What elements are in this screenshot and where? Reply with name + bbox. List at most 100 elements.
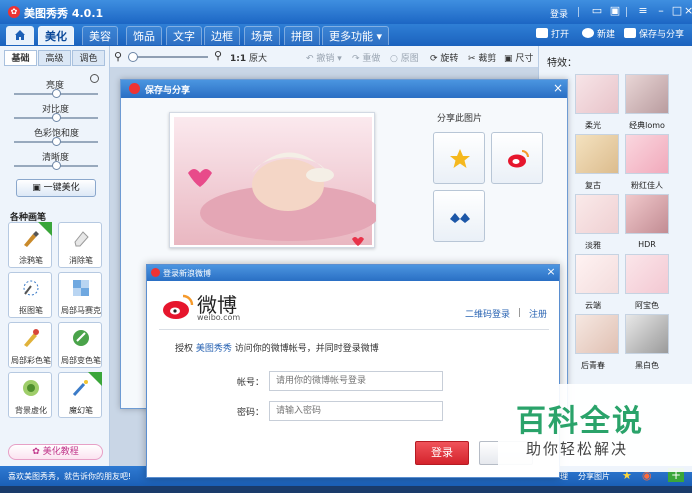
reset-icon[interactable] <box>90 74 99 83</box>
eraser-pen-tool[interactable]: 消除笔 <box>58 222 102 268</box>
redo-button[interactable]: ↷ 重做 <box>352 51 380 64</box>
new-badge <box>88 372 102 386</box>
save-share-button[interactable]: 保存与分享 <box>624 28 684 42</box>
auth-app-name: 美图秀秀 <box>195 344 232 354</box>
effect-label: 阿宝色 <box>635 301 659 310</box>
share-qzone-button[interactable] <box>433 132 485 184</box>
close-icon[interactable]: × <box>551 81 565 95</box>
weibo-login-button[interactable]: 登录 <box>415 441 469 465</box>
qzone-star-icon <box>450 149 470 168</box>
cutout-pen-tool[interactable]: 抠图笔 <box>8 272 52 318</box>
weibo-login-header: 登录新浪微博 × <box>147 265 559 281</box>
share-renren-button[interactable] <box>433 190 485 242</box>
effect-thumb-youth[interactable] <box>575 314 619 354</box>
qr-login-link[interactable]: 二维码登录 <box>465 307 510 320</box>
cutout-icon <box>23 280 39 296</box>
tab-beautify[interactable]: 美化 <box>38 26 74 45</box>
contrast-slider[interactable] <box>14 113 98 122</box>
slider-handle[interactable] <box>51 137 61 146</box>
background-blur-tool[interactable]: 背景虚化 <box>8 372 52 418</box>
main-menu: 美化 美容 饰品 文字 边框 场景 拼图 更多功能 ▾ 打开 新建 保存与分享 <box>0 24 692 46</box>
effect-thumb-cloud[interactable] <box>575 254 619 294</box>
sharpness-slider[interactable] <box>14 161 98 170</box>
open-button[interactable]: 打开 <box>536 28 569 42</box>
tab-text[interactable]: 文字 <box>166 26 202 45</box>
save-share-title: 保存与分享 <box>145 86 191 96</box>
actual-size-button[interactable]: 1:1 原大 <box>230 51 267 64</box>
message-icon[interactable]: ▭ <box>590 4 604 18</box>
magic-pen-tool[interactable]: 魔幻笔 <box>58 372 102 418</box>
saturation-slider[interactable] <box>14 137 98 146</box>
tool-label: 背景虚化 <box>15 406 47 415</box>
status-message[interactable]: 喜欢美图秀秀，就告诉你的朋友吧! <box>8 471 131 482</box>
undo-button[interactable]: ↶ 撤销 ▾ <box>306 51 342 64</box>
weibo-login-title: 登录新浪微博 <box>163 269 211 278</box>
watermark: 百科全说 助你轻松解决 <box>498 384 692 472</box>
original-button[interactable]: ○ 原图 <box>390 51 419 64</box>
tab-accessories[interactable]: 饰品 <box>126 26 162 45</box>
local-color-pen-tool[interactable]: 局部彩色笔 <box>8 322 52 368</box>
photo-preview <box>169 112 380 248</box>
effect-thumb-abao[interactable] <box>625 254 669 294</box>
authorization-text: 授权 美图秀秀 访问你的微博帐号，并同时登录微博 <box>175 341 379 354</box>
slider-handle[interactable] <box>51 89 61 98</box>
divider <box>578 7 579 17</box>
effect-thumb-retro[interactable] <box>575 134 619 174</box>
share-weibo-button[interactable] <box>491 132 543 184</box>
tab-scene[interactable]: 场景 <box>244 26 280 45</box>
zoom-slider[interactable] <box>128 52 208 62</box>
close-icon[interactable]: × <box>545 266 557 278</box>
tab-frame[interactable]: 边框 <box>204 26 240 45</box>
zoom-out-icon[interactable]: ⚲ <box>114 50 122 63</box>
app-title: 美图秀秀 4.0.1 <box>24 7 104 20</box>
effect-thumb-hdr[interactable] <box>625 194 669 234</box>
crop-button[interactable]: ✂ 裁剪 <box>468 51 496 64</box>
effect-thumb-bw[interactable] <box>625 314 669 354</box>
resize-button[interactable]: ▣ 尺寸 <box>504 51 533 64</box>
new-button[interactable]: 新建 <box>582 28 615 42</box>
slider-handle[interactable] <box>51 161 61 170</box>
local-recolor-pen-tool[interactable]: 局部变色笔 <box>58 322 102 368</box>
subtab-color[interactable]: 调色 <box>72 50 105 66</box>
effect-thumb-lomo[interactable] <box>625 74 669 114</box>
slider-handle[interactable] <box>51 113 61 122</box>
tab-collage[interactable]: 拼图 <box>284 26 320 45</box>
brightness-slider[interactable] <box>14 89 98 98</box>
save-share-header: 保存与分享 × <box>121 80 567 98</box>
app-logo-icon <box>129 83 140 94</box>
weibo-logo-icon <box>163 294 194 319</box>
account-input[interactable] <box>269 371 443 391</box>
effect-label: 经典lomo <box>629 121 665 130</box>
doodle-pen-tool[interactable]: 涂鸦笔 <box>8 222 52 268</box>
close-button[interactable]: × <box>684 4 692 18</box>
zoom-handle[interactable] <box>128 52 138 62</box>
register-link[interactable]: 注册 <box>529 307 547 320</box>
tab-beauty[interactable]: 美容 <box>82 26 118 45</box>
skin-icon[interactable]: ▣ <box>608 4 622 18</box>
effect-thumb-pink[interactable] <box>625 134 669 174</box>
maximize-button[interactable]: □ <box>670 4 684 18</box>
beautify-tutorial-button[interactable]: ✿ 美化教程 <box>8 444 103 460</box>
subtab-advanced[interactable]: 高级 <box>38 50 71 66</box>
subtab-basic[interactable]: 基础 <box>4 50 37 66</box>
share-picture-label: 分享图片 <box>578 472 610 481</box>
divider <box>626 7 627 17</box>
minimize-button[interactable]: – <box>654 4 668 18</box>
watermark-title: 百科全说 <box>516 404 644 439</box>
menu-icon[interactable]: ≡ <box>636 4 650 18</box>
tool-label: 抠图笔 <box>19 306 43 315</box>
zoom-in-icon[interactable]: ⚲ <box>214 49 222 62</box>
tool-label: 局部马赛克 <box>61 306 101 315</box>
one-key-beautify-button[interactable]: ▣ 一键美化 <box>16 179 96 197</box>
rotate-button[interactable]: ⟳ 旋转 <box>430 51 458 64</box>
password-input[interactable] <box>269 401 443 421</box>
tab-more[interactable]: 更多功能 ▾ <box>322 26 390 45</box>
original-size-label: 原大 <box>249 54 268 64</box>
manage-link[interactable]: 理 <box>560 471 568 482</box>
home-tab[interactable] <box>6 26 34 45</box>
effect-thumb-soft-light[interactable] <box>575 74 619 114</box>
effect-thumb-elegant[interactable] <box>575 194 619 234</box>
login-link[interactable]: 登录 <box>550 7 568 20</box>
mosaic-tool[interactable]: 局部马赛克 <box>58 272 102 318</box>
tab-more-label: 更多功能 <box>329 30 373 43</box>
